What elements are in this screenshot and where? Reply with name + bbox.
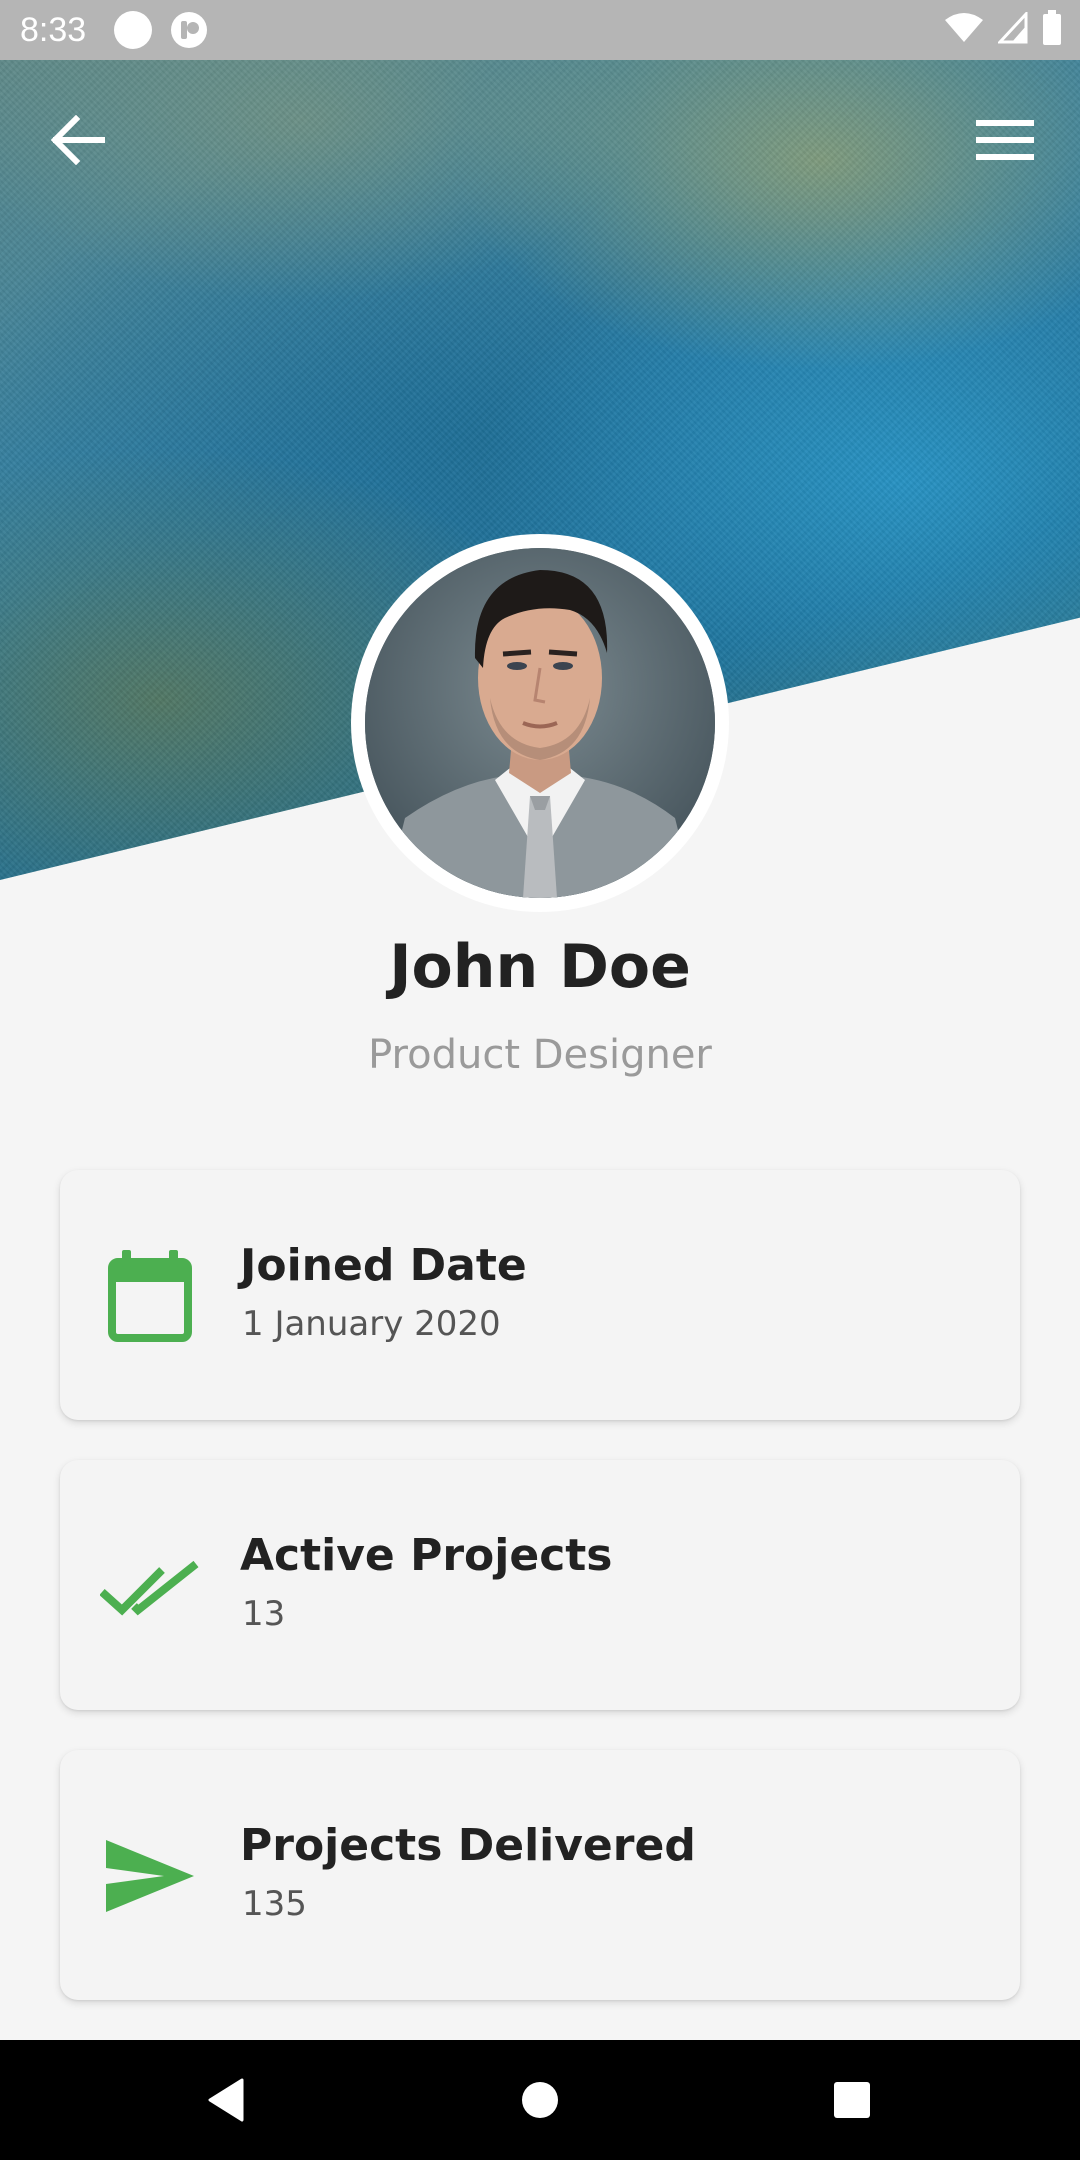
- calendar-icon: [100, 1246, 200, 1346]
- battery-icon: [1042, 9, 1062, 51]
- avatar-frame: [351, 534, 729, 912]
- nav-back-button[interactable]: [196, 2070, 256, 2130]
- notification-dot-icon: [114, 11, 152, 49]
- circle-home-icon: [522, 2082, 558, 2118]
- joined-date-card[interactable]: Joined Date 1 January 2020: [60, 1170, 1020, 1420]
- hamburger-menu-icon: [976, 120, 1034, 160]
- avatar[interactable]: [365, 548, 715, 898]
- card-value: 135: [242, 1884, 307, 1924]
- system-navigation-bar: [0, 2040, 1080, 2160]
- nav-recents-button[interactable]: [822, 2070, 882, 2130]
- back-button[interactable]: [44, 106, 112, 174]
- profile-screen: 8:33 John Doe Product Designer Joined Da…: [0, 0, 1080, 2160]
- projects-delivered-card[interactable]: Projects Delivered 135: [60, 1750, 1020, 2000]
- avatar-portrait: [365, 548, 715, 898]
- triangle-back-icon: [208, 2078, 244, 2122]
- menu-button[interactable]: [970, 106, 1040, 174]
- status-time: 8:33: [20, 11, 87, 49]
- active-projects-card[interactable]: Active Projects 13: [60, 1460, 1020, 1710]
- profile-name: John Doe: [389, 932, 691, 1002]
- status-indicators: [944, 9, 1062, 51]
- card-title: Active Projects: [240, 1530, 613, 1581]
- card-title: Joined Date: [240, 1240, 527, 1291]
- status-bar: 8:33: [0, 0, 1080, 60]
- profile-role: Product Designer: [368, 1032, 712, 1078]
- double-check-icon: [100, 1536, 200, 1636]
- wifi-icon: [944, 12, 984, 49]
- app-notification-icon: [170, 11, 208, 49]
- square-recents-icon: [834, 2082, 870, 2118]
- cell-signal-icon: [996, 9, 1028, 49]
- nav-home-button[interactable]: [510, 2070, 570, 2130]
- send-icon: [100, 1826, 200, 1926]
- card-value: 13: [242, 1594, 286, 1634]
- arrow-left-icon: [50, 115, 105, 165]
- card-title: Projects Delivered: [240, 1820, 696, 1871]
- card-value: 1 January 2020: [242, 1304, 501, 1344]
